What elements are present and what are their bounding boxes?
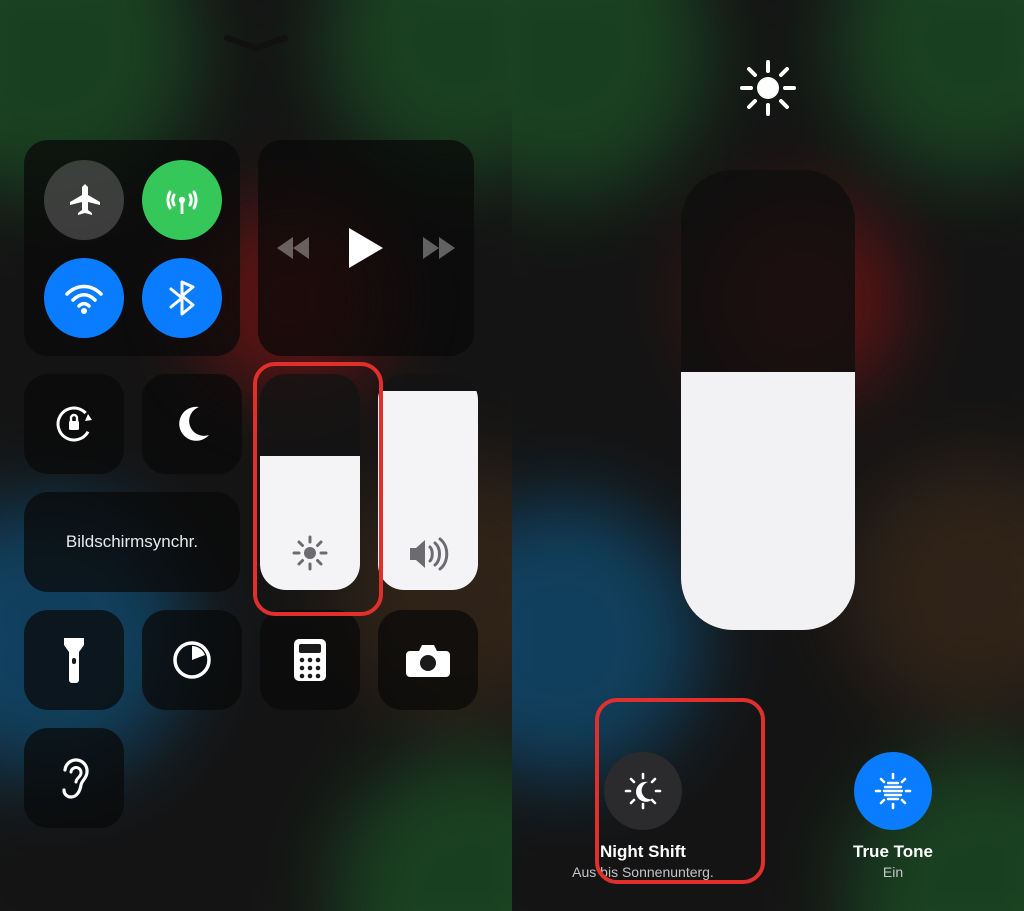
camera-icon	[404, 641, 452, 679]
bluetooth-icon	[162, 278, 202, 318]
night-shift-toggle[interactable]: Night Shift Aus bis Sonnenunterg.	[558, 752, 728, 882]
airplane-icon	[64, 180, 104, 220]
connectivity-group[interactable]	[24, 140, 240, 356]
rewind-icon[interactable]	[277, 235, 311, 261]
flashlight-icon	[59, 636, 89, 684]
moon-icon	[171, 403, 213, 445]
brightness-detail-panel: Night Shift Aus bis Sonnenunterg. True T…	[512, 0, 1024, 911]
collapse-chevron-icon[interactable]	[221, 32, 291, 56]
night-shift-subtitle: Aus bis Sonnenunterg.	[572, 864, 714, 882]
wifi-icon	[61, 275, 107, 321]
forward-icon[interactable]	[421, 235, 455, 261]
orientation-lock-icon	[50, 400, 98, 448]
brightness-header-icon	[736, 56, 800, 120]
volume-icon	[378, 536, 478, 572]
brightness-large-slider[interactable]	[681, 170, 855, 630]
volume-slider[interactable]	[378, 374, 478, 590]
brightness-icon	[260, 534, 360, 572]
brightness-slider[interactable]	[260, 374, 360, 590]
hearing-button[interactable]	[24, 728, 124, 828]
true-tone-toggle[interactable]: True Tone Ein	[808, 752, 978, 882]
true-tone-subtitle: Ein	[883, 864, 903, 882]
control-center-panel: Bildschirmsynchr.	[0, 0, 512, 911]
night-shift-icon	[621, 769, 665, 813]
true-tone-icon	[871, 769, 915, 813]
timer-button[interactable]	[142, 610, 242, 710]
screen-mirroring-button[interactable]: Bildschirmsynchr.	[24, 492, 240, 592]
bluetooth-toggle[interactable]	[142, 258, 222, 338]
ear-icon	[56, 755, 92, 801]
true-tone-title: True Tone	[853, 842, 933, 862]
calculator-button[interactable]	[260, 610, 360, 710]
play-icon[interactable]	[347, 226, 385, 270]
do-not-disturb-button[interactable]	[142, 374, 242, 474]
night-shift-title: Night Shift	[600, 842, 686, 862]
wifi-toggle[interactable]	[44, 258, 124, 338]
screen-mirroring-label: Bildschirmsynchr.	[66, 532, 198, 552]
cellular-data-toggle[interactable]	[142, 160, 222, 240]
airplane-mode-toggle[interactable]	[44, 160, 124, 240]
media-controls[interactable]	[258, 140, 474, 356]
cellular-icon	[160, 178, 204, 222]
timer-icon	[170, 638, 214, 682]
calculator-icon	[292, 637, 328, 683]
flashlight-button[interactable]	[24, 610, 124, 710]
orientation-lock-button[interactable]	[24, 374, 124, 474]
camera-button[interactable]	[378, 610, 478, 710]
